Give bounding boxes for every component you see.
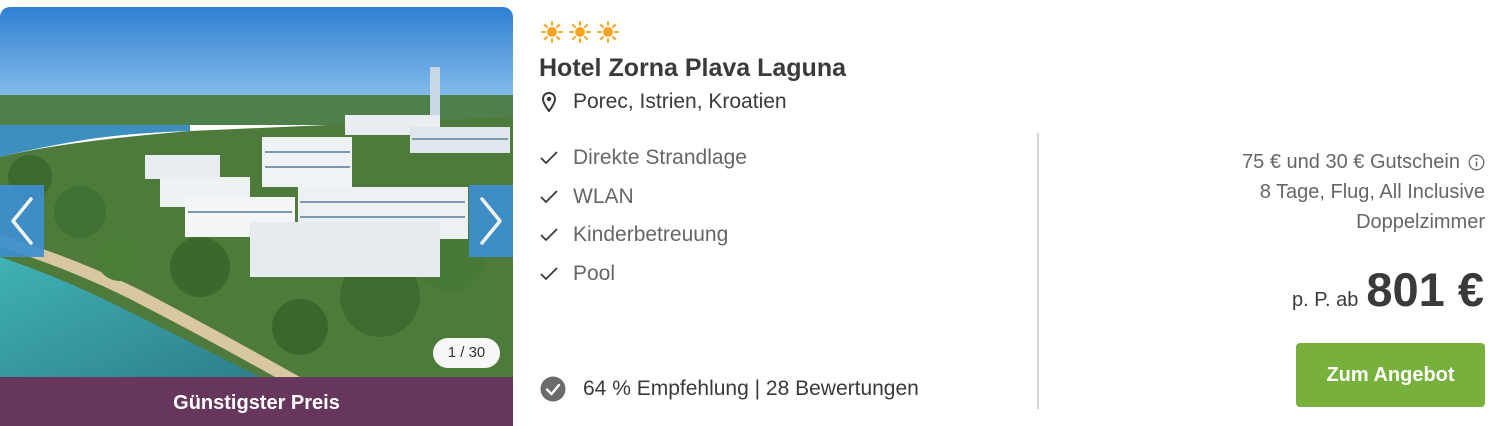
feature-item: Kinderbetreuung — [539, 216, 747, 255]
feature-item: WLAN — [539, 178, 747, 217]
feature-label: WLAN — [573, 184, 634, 208]
voucher-line: 75 € und 30 € Gutschein — [1242, 147, 1485, 177]
room-type: Doppelzimmer — [1356, 211, 1485, 233]
chevron-right-icon — [480, 197, 502, 245]
sun-rating — [541, 21, 619, 43]
check-icon — [540, 190, 558, 204]
cheapest-price-badge: Günstigster Preis — [0, 377, 513, 426]
chevron-left-icon — [11, 197, 33, 245]
trip-details: 8 Tage, Flug, All Inclusive — [1259, 181, 1485, 203]
feature-item: Pool — [539, 255, 747, 294]
hotel-name[interactable]: Hotel Zorna Plava Laguna — [539, 54, 846, 83]
gallery-next-button[interactable] — [469, 185, 513, 257]
info-icon[interactable] — [1468, 154, 1485, 171]
offer-details: 75 € und 30 € Gutschein 8 Tage, Flug, Al… — [1242, 147, 1485, 237]
check-icon — [540, 267, 558, 281]
sun-icon — [597, 21, 619, 43]
offer-button[interactable]: Zum Angebot — [1296, 343, 1485, 407]
feature-label: Pool — [573, 261, 616, 285]
price: p. P. ab 801 € — [1292, 262, 1484, 317]
price-value: 801 € — [1366, 263, 1484, 316]
voucher-text: 75 € und 30 € Gutschein — [1242, 151, 1460, 173]
price-prefix: p. P. ab — [1292, 289, 1359, 311]
check-circle-icon — [540, 376, 566, 402]
map-pin-icon — [542, 92, 556, 112]
check-icon — [540, 228, 558, 242]
sun-icon — [569, 21, 591, 43]
column-divider — [1037, 133, 1039, 409]
hotel-gallery: 1 / 30 Günstigster Preis — [0, 7, 513, 426]
feature-list: Direkte Strandlage WLAN Kinderbetreuung … — [539, 139, 747, 293]
gallery-prev-button[interactable] — [0, 185, 44, 257]
sun-icon — [541, 21, 563, 43]
recommendation[interactable]: 64 % Empfehlung | 28 Bewertungen — [540, 376, 919, 402]
recommendation-text: 64 % Empfehlung | 28 Bewertungen — [583, 377, 919, 400]
hotel-photo[interactable] — [0, 7, 513, 377]
hotel-offer-card: 1 / 30 Günstigster Preis Hotel Zorna Pla… — [0, 0, 1512, 426]
feature-label: Kinderbetreuung — [573, 223, 729, 247]
hotel-location: Porec, Istrien, Kroatien — [542, 90, 787, 114]
check-icon — [540, 151, 558, 165]
gallery-counter: 1 / 30 — [433, 338, 500, 368]
feature-label: Direkte Strandlage — [573, 146, 747, 170]
location-text: Porec, Istrien, Kroatien — [573, 90, 787, 113]
feature-item: Direkte Strandlage — [539, 139, 747, 178]
